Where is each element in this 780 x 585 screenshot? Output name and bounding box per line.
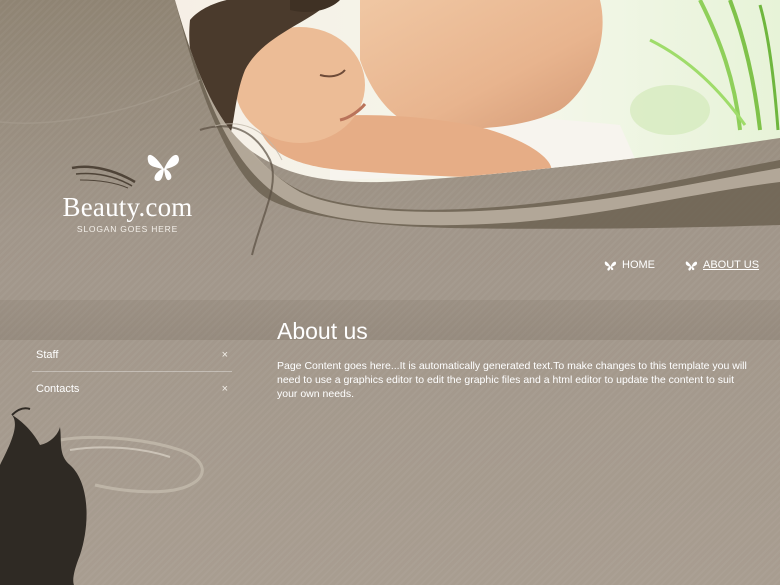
logo[interactable]: Beauty.com SLOGAN GOES HERE: [40, 140, 215, 240]
sidebar-item-label: Contacts: [36, 382, 80, 395]
silhouette-ornament: [0, 407, 204, 585]
main-content: About us Page Content goes here...It is …: [277, 318, 757, 401]
page-text: Page Content goes here...It is automatic…: [277, 360, 747, 400]
close-icon: ×: [221, 348, 228, 361]
nav-label-home: HOME: [622, 259, 655, 271]
nav-label-about-us: ABOUT US: [703, 259, 760, 271]
sidebar-menu: Staff × Contacts ×: [32, 338, 232, 405]
sidebar-item-contacts[interactable]: Contacts ×: [32, 372, 232, 405]
sidebar-item-label: Staff: [36, 348, 59, 361]
page-title: About us: [277, 318, 368, 344]
butterfly-icon: [604, 261, 617, 271]
butterfly-icon: [685, 261, 698, 271]
swirl-ornament: [71, 165, 136, 189]
close-icon: ×: [221, 382, 228, 395]
butterfly-icon: [147, 154, 179, 181]
sidebar-item-staff[interactable]: Staff ×: [32, 338, 232, 372]
top-navigation: HOME ABOUT US: [604, 259, 759, 271]
nav-item-home[interactable]: HOME: [604, 259, 655, 271]
site-title: Beauty.com: [62, 192, 193, 222]
nav-item-about-us[interactable]: ABOUT US: [685, 259, 759, 271]
slogan: SLOGAN GOES HERE: [76, 224, 179, 234]
